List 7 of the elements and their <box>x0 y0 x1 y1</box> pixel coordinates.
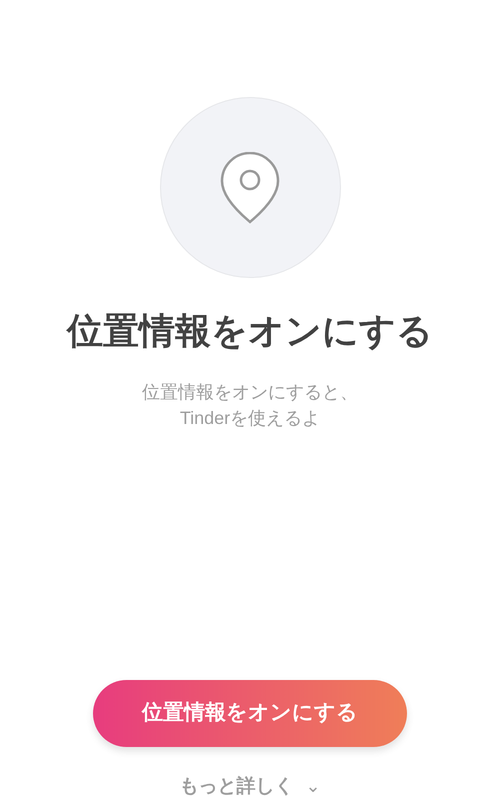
chevron-down-icon: ⌄ <box>306 773 320 800</box>
more-details-link[interactable]: もっと詳しく ⌄ <box>180 772 320 801</box>
page-title: 位置情報をオンにする <box>67 309 433 353</box>
location-pin-icon <box>219 152 281 224</box>
description-text: 位置情報をオンにすると、 <box>142 381 358 404</box>
description-text: Tinderを使えるよ <box>180 407 320 430</box>
enable-location-button[interactable]: 位置情報をオンにする <box>93 680 407 746</box>
